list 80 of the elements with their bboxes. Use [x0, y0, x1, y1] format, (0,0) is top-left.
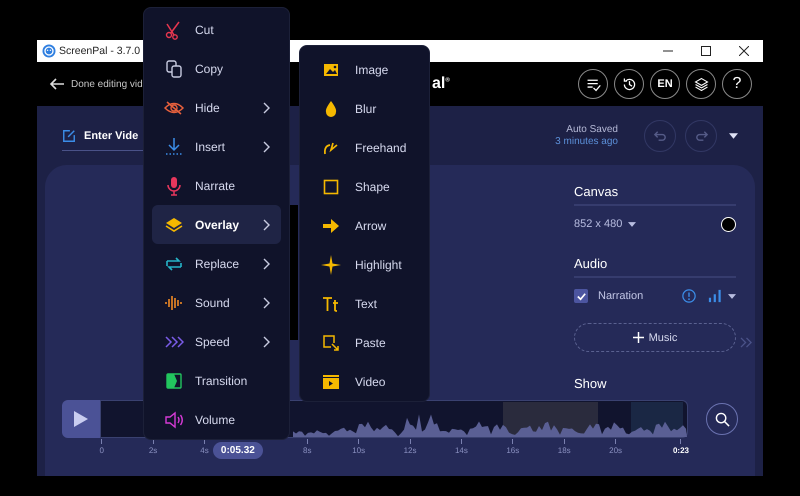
- menu-item[interactable]: Replace: [152, 244, 281, 283]
- app-logo-icon: [42, 44, 56, 58]
- chevron-right-icon: [263, 140, 271, 152]
- play-icon: [74, 411, 88, 427]
- section-heading: Show: [574, 376, 608, 393]
- track-label: Narration: [598, 290, 644, 302]
- layers-button[interactable]: [686, 69, 716, 99]
- window-title: ScreenPal - 3.7.0: [59, 45, 140, 57]
- time-label: 0:23: [672, 446, 689, 455]
- menu-item[interactable]: Blur: [308, 89, 421, 128]
- menu-item[interactable]: Arrow: [308, 206, 421, 245]
- project-title-field[interactable]: Enter Vide: [84, 130, 138, 142]
- plus-icon: [632, 332, 644, 343]
- menu-item[interactable]: Hide: [152, 88, 281, 127]
- time-label: 4s: [200, 446, 209, 455]
- sparkle-icon: [321, 254, 341, 274]
- narration-checkbox[interactable]: [574, 289, 588, 303]
- search-icon: [714, 412, 730, 426]
- menu-item[interactable]: Sound: [152, 283, 281, 322]
- menu-item[interactable]: Copy: [152, 49, 281, 88]
- search-button[interactable]: [706, 403, 738, 435]
- time-label: 8s: [303, 446, 312, 455]
- menu-item[interactable]: Narrate: [152, 166, 281, 205]
- caret-icon[interactable]: [628, 222, 636, 226]
- menu-item[interactable]: Video: [308, 362, 421, 401]
- back-arrow-icon[interactable]: [49, 76, 65, 92]
- chevron-right-icon: [263, 102, 271, 114]
- play-button[interactable]: [62, 400, 100, 438]
- menu-item[interactable]: Highlight: [308, 245, 421, 284]
- language-button[interactable]: EN: [650, 69, 680, 99]
- chevron-right-icon: [263, 218, 271, 230]
- caret-icon[interactable]: [729, 132, 738, 138]
- help-button[interactable]: ?: [722, 69, 752, 99]
- menu-item[interactable]: Freehand: [308, 128, 421, 167]
- maximize-icon: [701, 46, 711, 56]
- menu-item[interactable]: Speed: [152, 322, 281, 361]
- section-heading: Canvas: [574, 184, 736, 206]
- chevron-right-icon: [263, 336, 271, 348]
- menu-item[interactable]: Text: [308, 284, 421, 323]
- autosave-time: 3 minutes ago: [555, 136, 618, 148]
- time-label: 16s: [506, 446, 520, 455]
- app-logo: al$^{®}$: [432, 75, 450, 93]
- edit-icon: [62, 128, 76, 142]
- copy-icon: [164, 58, 184, 78]
- time-label: 18s: [558, 446, 571, 455]
- layers-icon: [692, 76, 710, 92]
- menu-item[interactable]: Volume: [152, 400, 281, 439]
- add-music-button[interactable]: Music: [574, 323, 736, 352]
- paste-icon: [321, 332, 341, 352]
- menu-item[interactable]: Transition: [152, 361, 281, 400]
- menu-item[interactable]: Paste: [308, 323, 421, 362]
- chevron-right-icon: [263, 258, 271, 270]
- time-label: 2s: [148, 446, 158, 455]
- time-label: 0: [99, 446, 104, 455]
- back-link[interactable]: Done editing vid: [71, 78, 143, 90]
- menu-item[interactable]: Insert: [152, 127, 281, 166]
- half-square-icon: [164, 370, 184, 390]
- time-label: 20s: [609, 446, 622, 455]
- close-icon: [739, 46, 749, 56]
- menu-item[interactable]: Image: [308, 50, 421, 89]
- chevron-right-icon: [263, 296, 271, 308]
- arrow-down-icon: [164, 136, 184, 156]
- history-button[interactable]: [614, 69, 644, 99]
- menu-item[interactable]: Overlay: [152, 205, 281, 244]
- time-label: 14s: [454, 446, 468, 455]
- speaker-icon: [164, 410, 184, 430]
- caret-icon[interactable]: [728, 294, 736, 298]
- menu-item[interactable]: Shape: [308, 167, 421, 206]
- square-icon: [321, 176, 341, 196]
- signal-bars-icon: [708, 289, 722, 303]
- time-label: 12s: [404, 446, 416, 455]
- playhead-time[interactable]: 0:05.32: [212, 442, 263, 459]
- menu-item[interactable]: Cut: [152, 10, 281, 49]
- canvas-size-dropdown[interactable]: 852 x 480: [574, 218, 622, 230]
- time-label: 10s: [352, 446, 366, 455]
- canvas-color-swatch[interactable]: [721, 216, 736, 232]
- section-heading: Audio: [574, 256, 736, 278]
- info-icon[interactable]: [682, 289, 696, 303]
- checklist-button[interactable]: [578, 69, 608, 99]
- autosave-status: Auto Saved: [566, 124, 618, 136]
